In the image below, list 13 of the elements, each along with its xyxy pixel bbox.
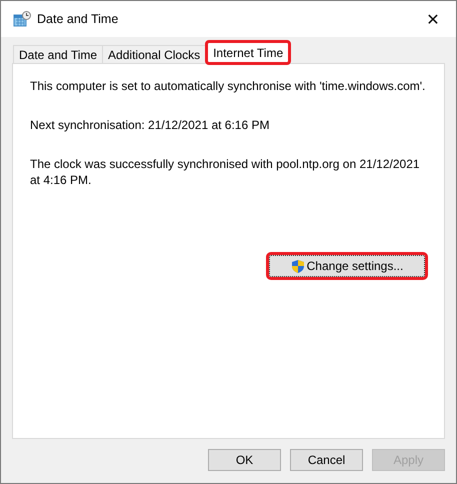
dialog-button[interactable]: Cancel: [290, 449, 363, 471]
dialog-button[interactable]: OK: [208, 449, 281, 471]
tab[interactable]: Internet Time: [207, 42, 290, 63]
shield-icon: [290, 258, 305, 274]
status-text: Next synchronisation: 21/12/2021 at 6:16 PM: [30, 117, 270, 133]
window-title: Date and Time: [37, 12, 120, 26]
change-settings-button[interactable]: Change settings...: [269, 255, 425, 277]
tab[interactable]: Date and Time: [13, 45, 104, 63]
tab[interactable]: Additional Clocks: [102, 45, 206, 63]
calendar-clock-icon: [13, 11, 31, 27]
status-text: The clock was successfully synchronised with pool.ntp.org on 21/12/2021 at 4:16 PM.: [30, 156, 421, 188]
status-text: This computer is set to automatically synchronise with 'time.windows.com'.: [30, 78, 426, 94]
close-button[interactable]: ✕: [410, 1, 456, 37]
